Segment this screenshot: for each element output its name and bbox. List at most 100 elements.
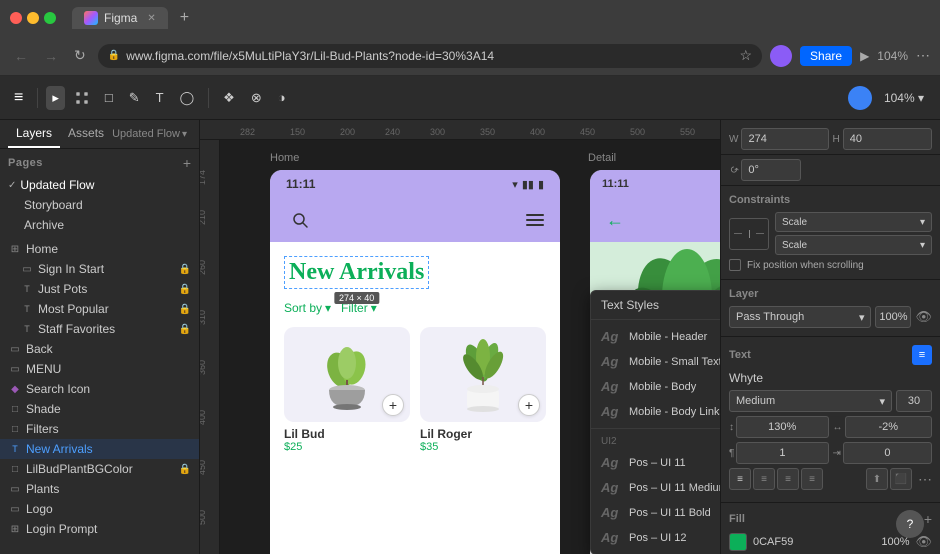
page-storyboard[interactable]: Storyboard bbox=[0, 195, 199, 215]
dot-green[interactable] bbox=[44, 12, 56, 24]
sort-by-btn[interactable]: Sort by ▾ bbox=[284, 301, 331, 315]
tab-close-icon[interactable]: ✕ bbox=[147, 13, 155, 24]
page-archive[interactable]: Archive bbox=[0, 215, 199, 235]
font-weight-dropdown[interactable]: Medium ▾ bbox=[729, 390, 892, 412]
style-item-ui11-medium[interactable]: Ag Pos – UI 11 Medium bbox=[591, 475, 720, 500]
layer-mode-dropdown[interactable]: Pass Through ▾ bbox=[729, 306, 871, 328]
style-item-ui11[interactable]: Ag Pos – UI 11 bbox=[591, 450, 720, 475]
style-item-mobile-small[interactable]: Ag Mobile - Small Text bbox=[591, 349, 720, 374]
layer-item-sign-in[interactable]: ▭ Sign In Start 🔒 bbox=[0, 259, 199, 279]
browser-tab[interactable]: Figma ✕ bbox=[72, 7, 168, 29]
bookmark-icon[interactable]: ☆ bbox=[739, 47, 752, 64]
text-more-options[interactable]: ⋯ bbox=[918, 471, 932, 488]
help-button[interactable]: ? bbox=[896, 510, 924, 538]
more-options-icon[interactable]: ⋯ bbox=[916, 47, 930, 64]
layer-item-logo[interactable]: ▭ Logo bbox=[0, 499, 199, 519]
layer-item-shade[interactable]: □ Shade bbox=[0, 399, 199, 419]
component-icon[interactable]: ❖ bbox=[217, 86, 241, 110]
para-spacing-input[interactable]: 1 bbox=[736, 442, 828, 464]
constraint-v-dropdown[interactable]: Scale ▾ bbox=[775, 235, 932, 255]
layer-group-home[interactable]: ⊞ Home bbox=[0, 239, 199, 259]
layer-group-login[interactable]: ⊞ Login Prompt bbox=[0, 519, 199, 539]
layer-opacity-input[interactable]: 100% bbox=[875, 306, 911, 328]
layer-item-filters[interactable]: □ Filters bbox=[0, 419, 199, 439]
height-input[interactable]: 40 bbox=[843, 128, 932, 150]
frame-icon: ▭ bbox=[8, 482, 22, 496]
fill-color-swatch[interactable] bbox=[729, 533, 747, 551]
flow-chevron[interactable]: ▾ bbox=[182, 129, 187, 140]
layer-item-search-icon[interactable]: ◆ Search Icon bbox=[0, 379, 199, 399]
align-left-btn[interactable]: ≡ bbox=[729, 468, 751, 490]
style-item-ui12[interactable]: Ag Pos – UI 12 bbox=[591, 525, 720, 550]
canvas-area[interactable]: 282 150 200 240 300 350 400 450 500 550 … bbox=[200, 120, 720, 554]
fill-add-icon[interactable]: + bbox=[924, 511, 932, 527]
hamburger-menu[interactable] bbox=[526, 214, 544, 226]
rotation-icon: ↺ bbox=[726, 163, 740, 177]
new-tab-icon[interactable]: + bbox=[180, 9, 189, 27]
figma-menu-icon[interactable]: ≡ bbox=[8, 85, 29, 111]
visibility-icon[interactable]: 👁 bbox=[915, 309, 932, 325]
dot-red[interactable] bbox=[10, 12, 22, 24]
layer-item-staff-fav[interactable]: T Staff Favorites 🔒 bbox=[0, 319, 199, 339]
shape-tool[interactable]: □ bbox=[99, 86, 119, 109]
width-input[interactable]: 274 bbox=[741, 128, 828, 150]
text-layer-icon: T bbox=[8, 442, 22, 456]
text-style-apply-btn[interactable]: ≡ bbox=[912, 345, 932, 365]
valign-top-btn[interactable]: ⬆ bbox=[866, 468, 888, 490]
style-item-mobile-body-links[interactable]: Ag Mobile - Body Links bbox=[591, 399, 720, 424]
refresh-btn[interactable]: ↻ bbox=[70, 45, 90, 66]
fill-opacity-value[interactable]: 100% bbox=[881, 536, 909, 548]
address-bar[interactable]: 🔒 www.figma.com/file/x5MuLtiPlaY3r/Lil-B… bbox=[98, 44, 762, 68]
new-arrivals-selection-box[interactable]: New Arrivals 274 × 40 bbox=[284, 256, 429, 289]
tab-layers[interactable]: Layers bbox=[8, 120, 60, 148]
valign-mid-btn[interactable]: ⬛ bbox=[890, 468, 912, 490]
rotation-input[interactable]: 0° bbox=[741, 159, 801, 181]
layer-item-bg-color[interactable]: □ LilBudPlantBGColor 🔒 bbox=[0, 459, 199, 479]
layer-item-just-pots[interactable]: T Just Pots 🔒 bbox=[0, 279, 199, 299]
indent-input[interactable]: 0 bbox=[843, 442, 932, 464]
layer-item-back[interactable]: ▭ Back bbox=[0, 339, 199, 359]
fix-position-checkbox[interactable] bbox=[729, 259, 741, 271]
zoom-display[interactable]: 104% ▾ bbox=[884, 91, 924, 105]
dot-yellow[interactable] bbox=[27, 12, 39, 24]
style-item-mobile-header[interactable]: Ag Mobile - Header bbox=[591, 324, 720, 349]
layer-item-plants[interactable]: ▭ Plants bbox=[0, 479, 199, 499]
letter-spacing-group: ↔ -2% bbox=[833, 416, 933, 438]
select-tool[interactable]: ▸ bbox=[46, 86, 65, 110]
line-height-input[interactable]: 130% bbox=[736, 416, 829, 438]
pages-add-icon[interactable]: + bbox=[183, 155, 191, 171]
font-size-input[interactable]: 30 bbox=[896, 390, 932, 412]
fill-visibility-icon[interactable]: 👁 bbox=[915, 534, 932, 550]
back-nav-btn[interactable]: ← bbox=[10, 46, 32, 66]
search-btn[interactable] bbox=[286, 206, 314, 234]
align-right-btn[interactable]: ≡ bbox=[777, 468, 799, 490]
lock-icon: 🔒 bbox=[179, 324, 191, 335]
constraint-h-dropdown[interactable]: Scale ▾ bbox=[775, 212, 932, 232]
contrast-icon[interactable]: ◑ bbox=[272, 86, 292, 109]
forward-nav-btn[interactable]: → bbox=[40, 46, 62, 66]
frame-tool[interactable] bbox=[69, 87, 95, 109]
play-icon[interactable]: ▶ bbox=[860, 49, 869, 63]
profile-avatar[interactable] bbox=[770, 45, 792, 67]
ellipse-tool[interactable]: ◯ bbox=[174, 86, 201, 110]
text-tool[interactable]: T bbox=[150, 86, 170, 109]
style-item-ui11-bold[interactable]: Ag Pos – UI 11 Bold bbox=[591, 500, 720, 525]
add-to-cart-btn-2[interactable]: + bbox=[518, 394, 540, 416]
pen-tool[interactable]: ✎ bbox=[123, 86, 146, 110]
page-updated-flow[interactable]: ✓ Updated Flow bbox=[0, 175, 199, 195]
rect-icon: □ bbox=[8, 462, 22, 476]
share-button[interactable]: Share bbox=[800, 46, 852, 66]
fill-hex-value[interactable]: 0CAF59 bbox=[753, 536, 875, 548]
layer-item-new-arrivals[interactable]: T New Arrivals bbox=[0, 439, 199, 459]
tab-assets[interactable]: Assets bbox=[60, 120, 112, 148]
layer-mode-row: Pass Through ▾ 100% 👁 bbox=[729, 306, 932, 328]
align-justify-btn[interactable]: ≡ bbox=[801, 468, 823, 490]
layer-item-menu[interactable]: ▭ MENU bbox=[0, 359, 199, 379]
align-center-btn[interactable]: ≡ bbox=[753, 468, 775, 490]
back-arrow-btn[interactable]: ← bbox=[606, 210, 624, 231]
layer-item-most-popular[interactable]: T Most Popular 🔒 bbox=[0, 299, 199, 319]
add-to-cart-btn-1[interactable]: + bbox=[382, 394, 404, 416]
mask-icon[interactable]: ⊗ bbox=[245, 86, 268, 110]
letter-spacing-input[interactable]: -2% bbox=[845, 416, 933, 438]
style-item-mobile-body[interactable]: Ag Mobile - Body bbox=[591, 374, 720, 399]
